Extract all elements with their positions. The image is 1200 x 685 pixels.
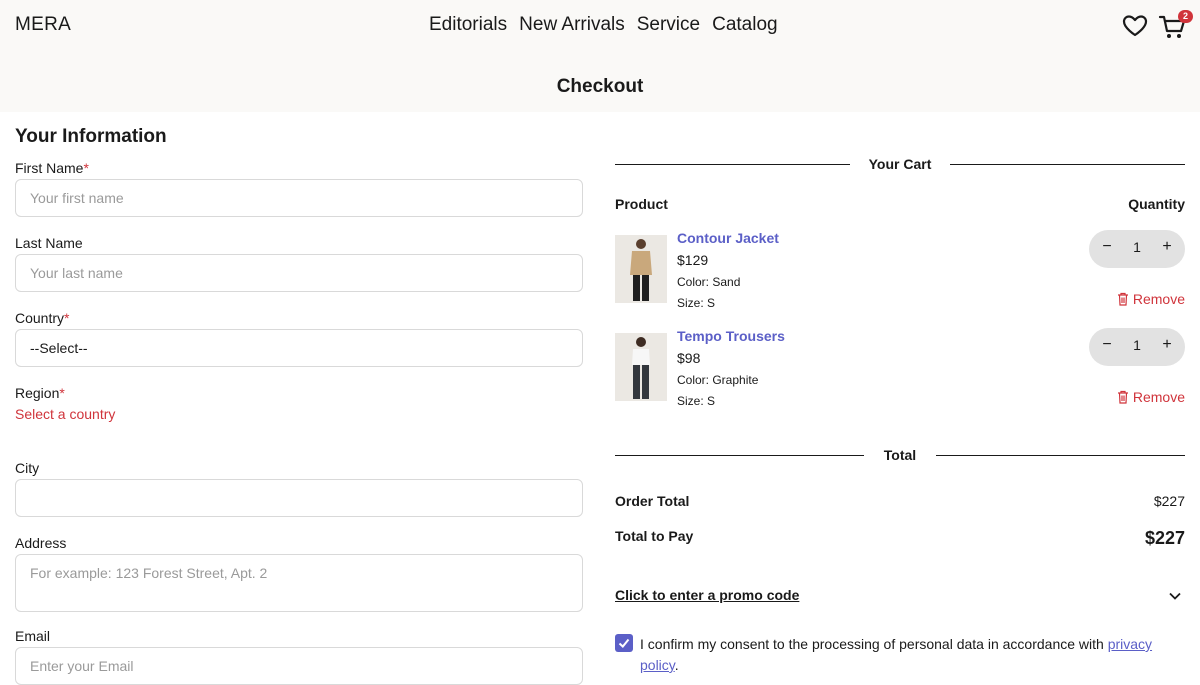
product-size: Size: S: [677, 394, 716, 408]
total-title: Total: [883, 447, 917, 463]
product-name-link[interactable]: Contour Jacket: [677, 230, 779, 246]
nav-editorials[interactable]: Editorials: [429, 14, 507, 36]
nav-new-arrivals[interactable]: New Arrivals: [519, 14, 625, 36]
product-image[interactable]: [615, 333, 667, 401]
address-label: Address: [15, 535, 67, 551]
nav-service[interactable]: Service: [637, 14, 700, 36]
remove-button[interactable]: Remove: [1117, 389, 1185, 405]
page-title: Checkout: [556, 76, 644, 97]
brand-logo[interactable]: MERA: [15, 14, 71, 36]
country-select[interactable]: --Select--: [15, 329, 583, 367]
first-name-label: First Name*: [15, 160, 89, 176]
heart-icon[interactable]: [1122, 14, 1148, 38]
trash-icon: [1117, 292, 1128, 306]
decrease-quantity-button[interactable]: −: [1097, 336, 1117, 354]
consent-checkbox[interactable]: [615, 634, 633, 652]
city-label: City: [15, 460, 40, 476]
trash-icon: [1117, 390, 1128, 404]
last-name-label: Last Name: [15, 235, 83, 251]
quantity-stepper: − 1 +: [1089, 328, 1185, 366]
total-divider: Total: [615, 445, 1185, 465]
product-color: Color: Sand: [677, 275, 741, 289]
product-column-header: Product: [615, 196, 668, 212]
promo-code-toggle[interactable]: Click to enter a promo code: [615, 587, 799, 603]
remove-button[interactable]: Remove: [1117, 291, 1185, 307]
quantity-stepper: − 1 +: [1089, 230, 1185, 268]
quantity-column-header: Quantity: [1128, 196, 1185, 212]
order-total-value: $227: [1153, 493, 1185, 509]
quantity-value: 1: [1133, 337, 1141, 353]
section-title: Your Information: [15, 126, 167, 147]
product-price: $129: [677, 252, 709, 268]
last-name-input[interactable]: [15, 254, 583, 292]
increase-quantity-button[interactable]: +: [1157, 336, 1177, 354]
region-label: Region*: [15, 385, 65, 401]
product-name-link[interactable]: Tempo Trousers: [677, 328, 785, 344]
total-to-pay-label: Total to Pay: [615, 528, 694, 544]
city-input[interactable]: [15, 479, 583, 517]
product-color: Color: Graphite: [677, 373, 759, 387]
first-name-input[interactable]: [15, 179, 583, 217]
country-label: Country*: [15, 310, 70, 326]
product-price: $98: [677, 350, 701, 366]
checkmark-icon: [618, 638, 630, 648]
chevron-down-icon[interactable]: [1168, 589, 1182, 603]
email-input[interactable]: [15, 647, 583, 685]
total-to-pay-value: $227: [1144, 528, 1185, 548]
quantity-value: 1: [1133, 239, 1141, 255]
region-hint: Select a country: [15, 406, 116, 422]
address-input[interactable]: [15, 554, 583, 612]
main-nav: Editorials New Arrivals Service Catalog: [429, 14, 778, 36]
cart-item: Tempo Trousers $98 Color: Graphite Size:…: [615, 328, 1185, 423]
consent-text: I confirm my consent to the processing o…: [640, 636, 1153, 673]
cart-divider: Your Cart: [615, 154, 1185, 174]
nav-catalog[interactable]: Catalog: [712, 14, 778, 36]
cart-count-badge: 2: [1178, 10, 1193, 23]
cart-title: Your Cart: [868, 156, 932, 172]
order-total-label: Order Total: [615, 493, 690, 509]
product-image[interactable]: [615, 235, 667, 303]
decrease-quantity-button[interactable]: −: [1097, 238, 1117, 256]
product-size: Size: S: [677, 296, 716, 310]
email-label: Email: [15, 628, 51, 644]
increase-quantity-button[interactable]: +: [1157, 238, 1177, 256]
cart-item: Contour Jacket $129 Color: Sand Size: S …: [615, 230, 1185, 325]
